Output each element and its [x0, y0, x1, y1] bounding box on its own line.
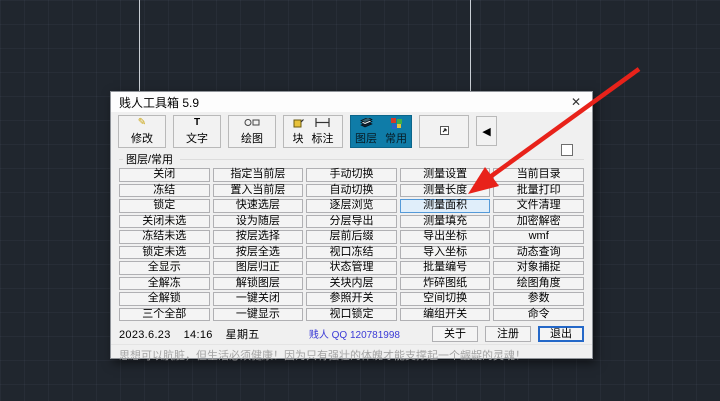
grid-button[interactable]: 视口锁定: [306, 308, 397, 322]
close-icon[interactable]: ✕: [568, 95, 584, 109]
grid-button[interactable]: 参数: [493, 292, 584, 306]
tab-common-label: 常用: [385, 130, 407, 146]
time-text: 14:16: [184, 329, 213, 341]
grid-button[interactable]: 关闭: [119, 168, 210, 182]
grid-button[interactable]: 全显示: [119, 261, 210, 275]
tab-text-label: 文字: [186, 130, 208, 146]
category-toolbar: ✎ 修改 T 文字 绘图 块: [111, 112, 592, 152]
exit-button[interactable]: 退出: [538, 326, 584, 342]
grid-button[interactable]: 批量编号: [400, 261, 491, 275]
grid-button[interactable]: 解锁图层: [213, 277, 304, 291]
grid-button[interactable]: 测量填充: [400, 215, 491, 229]
grid-button[interactable]: 锁定: [119, 199, 210, 213]
group-box-header: 图层/常用: [111, 152, 592, 166]
grid-button[interactable]: 对象捕捉: [493, 261, 584, 275]
block-icon: [293, 118, 304, 129]
colors-grid-icon: [391, 118, 402, 129]
grid-button[interactable]: wmf: [493, 230, 584, 244]
tab-text[interactable]: T 文字: [173, 115, 221, 148]
grid-button[interactable]: 参照开关: [306, 292, 397, 306]
grid-button[interactable]: 炸碎图纸: [400, 277, 491, 291]
grid-button-highlighted[interactable]: 测量面积: [400, 199, 491, 213]
grid-button[interactable]: 图层归正: [213, 261, 304, 275]
crosshair-line-right: [470, 0, 471, 92]
grid-button[interactable]: 全解冻: [119, 277, 210, 291]
about-button[interactable]: 关于: [432, 326, 478, 342]
grid-button[interactable]: 设为随层: [213, 215, 304, 229]
grid-button[interactable]: 文件清理: [493, 199, 584, 213]
grid-button[interactable]: 按层选择: [213, 230, 304, 244]
status-quote-text: 思想可以肮脏，但生活必须健康！因为只有强壮的体魄才能支撑起一个龌龊的灵魂！: [111, 344, 592, 361]
pencil-icon: ✎: [138, 118, 146, 129]
author-qq-text: 贱人 QQ 120781998: [309, 326, 400, 341]
tab-modify[interactable]: ✎ 修改: [118, 115, 166, 148]
tab-draw-label: 绘图: [241, 130, 263, 146]
grid-button[interactable]: 视口冻结: [306, 246, 397, 260]
tab-dimension-label: 标注: [312, 130, 334, 146]
weekday-text: 星期五: [226, 329, 260, 341]
register-button[interactable]: 注册: [485, 326, 531, 342]
tab-layer[interactable]: 图层: [355, 118, 377, 146]
expand-icon: [440, 126, 449, 137]
back-arrow-icon: ◀: [482, 125, 490, 138]
autocad-canvas: 贱人工具箱 5.9 ✕ ✎ 修改 T 文字 绘图: [0, 0, 720, 401]
group-label: 图层/常用: [123, 151, 176, 167]
tab-block-label: 块: [293, 130, 304, 146]
grid-button[interactable]: 一键关闭: [213, 292, 304, 306]
grid-button[interactable]: 测量长度: [400, 184, 491, 198]
window-title: 贱人工具箱 5.9: [119, 94, 199, 111]
grid-button[interactable]: 手动切换: [306, 168, 397, 182]
grid-button[interactable]: 空间切换: [400, 292, 491, 306]
tab-modify-label: 修改: [131, 130, 153, 146]
text-icon: T: [194, 118, 200, 129]
grid-button[interactable]: 导入坐标: [400, 246, 491, 260]
grid-button[interactable]: 导出坐标: [400, 230, 491, 244]
checkbox[interactable]: [561, 144, 573, 156]
grid-button[interactable]: 动态查询: [493, 246, 584, 260]
function-button-grid: 关闭 指定当前层 手动切换 测量设置 当前目录 冻结 置入当前层 自动切换 测量…: [111, 166, 592, 323]
tab-layer-label: 图层: [355, 130, 377, 146]
grid-button[interactable]: 一键显示: [213, 308, 304, 322]
grid-button[interactable]: 关块内层: [306, 277, 397, 291]
grid-button[interactable]: 绘图角度: [493, 277, 584, 291]
tab-draw[interactable]: 绘图: [228, 115, 276, 148]
footer-bar: 2023.6.2314:16星期五 贱人 QQ 120781998 关于 注册 …: [111, 323, 592, 344]
grid-button[interactable]: 命令: [493, 308, 584, 322]
grid-button[interactable]: 逐层浏览: [306, 199, 397, 213]
grid-button[interactable]: 当前目录: [493, 168, 584, 182]
toolbox-dialog: 贱人工具箱 5.9 ✕ ✎ 修改 T 文字 绘图: [110, 91, 593, 359]
grid-button[interactable]: 批量打印: [493, 184, 584, 198]
tab-layer-common-selected[interactable]: 图层 常用: [350, 115, 412, 148]
grid-button[interactable]: 按层全选: [213, 246, 304, 260]
grid-button[interactable]: 层前后缀: [306, 230, 397, 244]
grid-button[interactable]: 锁定未选: [119, 246, 210, 260]
crosshair-line-left: [139, 0, 140, 92]
grid-button[interactable]: 冻结: [119, 184, 210, 198]
grid-button[interactable]: 全解锁: [119, 292, 210, 306]
tab-common[interactable]: 常用: [385, 118, 407, 146]
collapse-button[interactable]: ◀: [476, 116, 497, 146]
grid-button[interactable]: 编组开关: [400, 308, 491, 322]
layers-icon: [360, 118, 373, 129]
grid-button[interactable]: 三个全部: [119, 308, 210, 322]
dimension-icon: [315, 118, 330, 129]
title-bar[interactable]: 贱人工具箱 5.9 ✕: [111, 92, 592, 112]
datetime-text: 2023.6.23 14:16 星期五: [119, 326, 273, 342]
tab-dimension[interactable]: 标注: [312, 118, 334, 146]
grid-button[interactable]: 分层导出: [306, 215, 397, 229]
grid-button[interactable]: 关闭未选: [119, 215, 210, 229]
expand-button[interactable]: [419, 115, 469, 148]
grid-button[interactable]: 指定当前层: [213, 168, 304, 182]
grid-button[interactable]: 置入当前层: [213, 184, 304, 198]
grid-button[interactable]: 测量设置: [400, 168, 491, 182]
tab-block-dim[interactable]: 块 标注: [283, 115, 343, 148]
grid-button[interactable]: 冻结未选: [119, 230, 210, 244]
date-text: 2023.6.23: [119, 329, 171, 341]
tab-block[interactable]: 块: [293, 118, 304, 146]
grid-button[interactable]: 状态管理: [306, 261, 397, 275]
grid-button[interactable]: 自动切换: [306, 184, 397, 198]
grid-button[interactable]: 快速选层: [213, 199, 304, 213]
draw-icon: [244, 118, 260, 129]
grid-button[interactable]: 加密解密: [493, 215, 584, 229]
